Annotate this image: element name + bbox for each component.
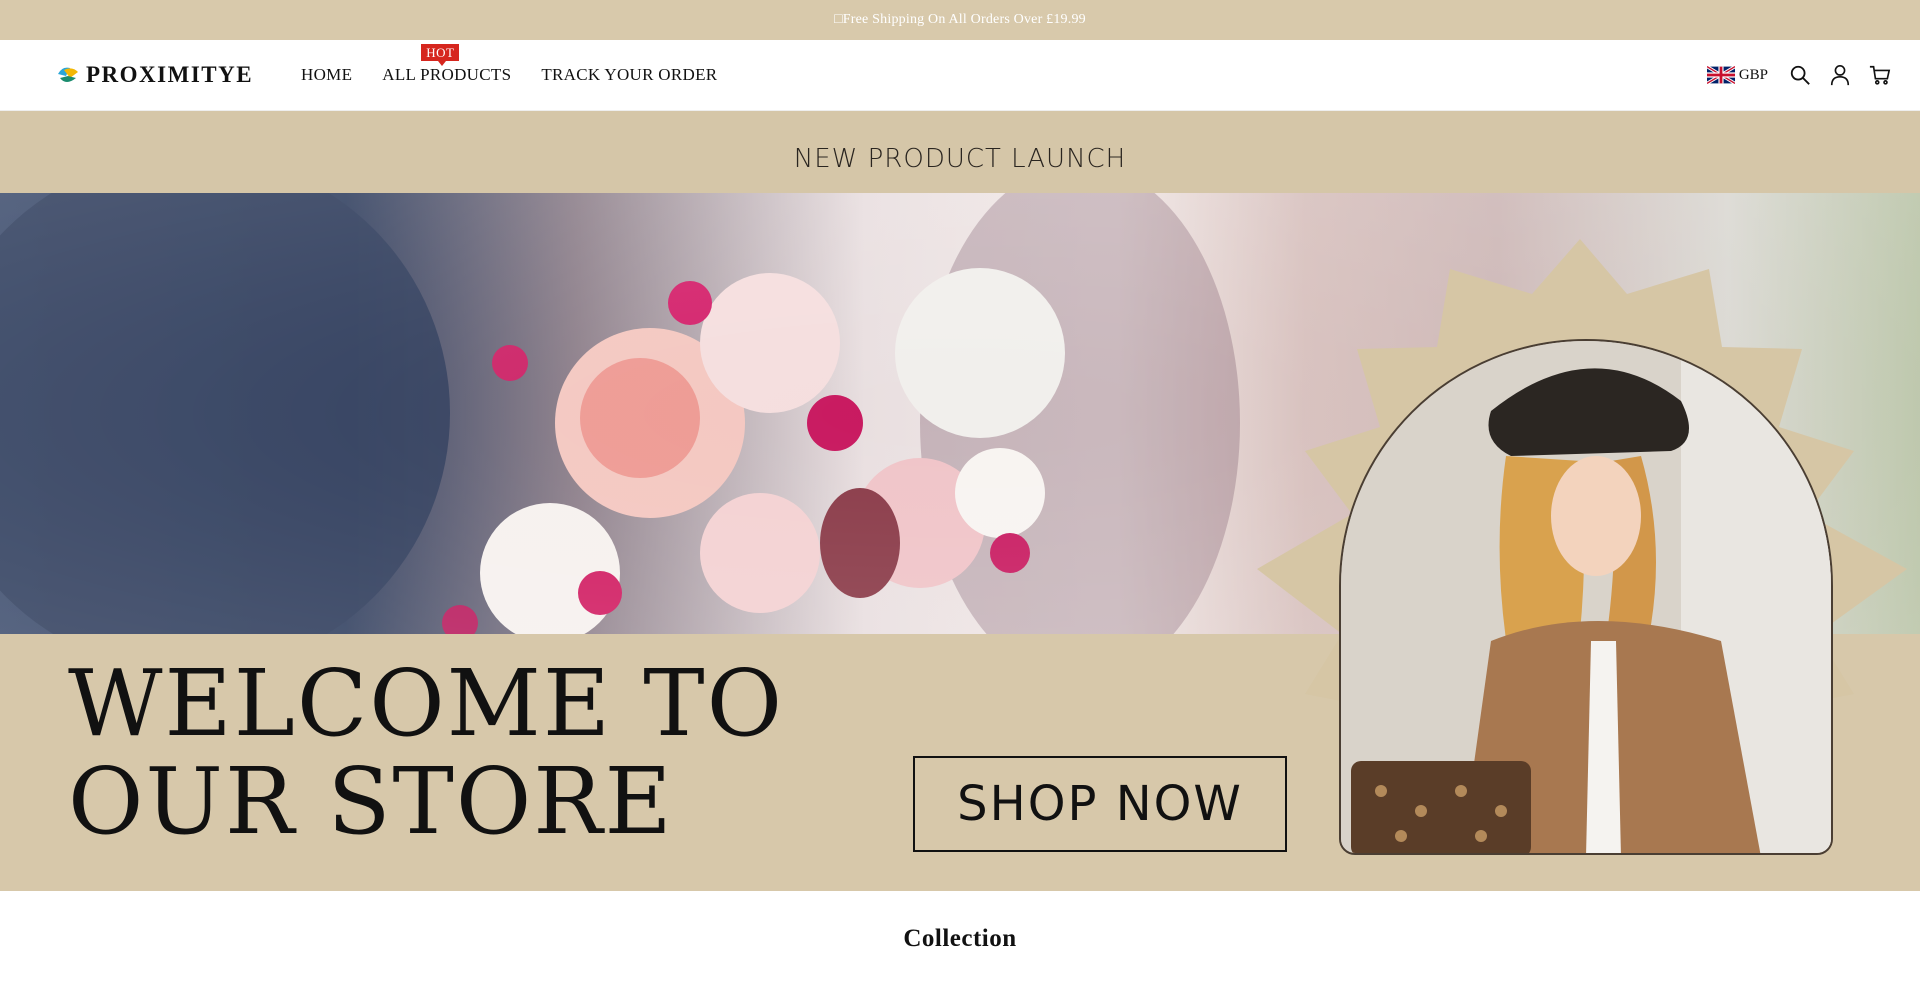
nav-all-products[interactable]: HOT ALL PRODUCTS [382, 44, 512, 85]
logo-text: PROXIMITYE [86, 62, 254, 87]
hero-tagline-band: NEW PRODUCT LAUNCH [0, 111, 1920, 193]
shop-now-button[interactable]: SHOP NOW [913, 756, 1287, 852]
announcement-bar: □Free Shipping On All Orders Over £19.99 [0, 0, 1920, 40]
model-portrait-image [1339, 339, 1833, 855]
main-nav: HOME HOT ALL PRODUCTS TRACK YOUR ORDER [301, 44, 717, 85]
account-icon[interactable] [1828, 63, 1852, 87]
header-actions: GBP [1706, 63, 1892, 87]
site-header: PROXIMITYE HOME HOT ALL PRODUCTS TRACK Y… [0, 40, 1920, 111]
hero-headline: WELCOME TO OUR STORE [68, 655, 784, 851]
hero-headline-line2: OUR STORE [68, 748, 674, 855]
logo-mark-icon [58, 67, 78, 82]
currency-code: GBP [1738, 66, 1768, 83]
hero-headline-line1: WELCOME TO [68, 650, 785, 757]
nav-all-products-label: ALL PRODUCTS [382, 65, 512, 84]
hero-tagline: NEW PRODUCT LAUNCH [793, 144, 1127, 174]
nav-home[interactable]: HOME [301, 65, 352, 85]
uk-flag-icon [1706, 66, 1735, 84]
announcement-text: □Free Shipping On All Orders Over £19.99 [834, 12, 1086, 27]
nav-track-order[interactable]: TRACK YOUR ORDER [541, 65, 717, 85]
collection-heading: Collection [903, 925, 1017, 952]
hot-badge: HOT [421, 44, 460, 66]
search-icon[interactable] [1788, 63, 1812, 87]
currency-selector[interactable]: GBP [1706, 66, 1768, 84]
hero-banner: NEW PRODUCT LAUNCH WELCOME TO OUR STORE … [0, 111, 1920, 891]
logo[interactable]: PROXIMITYE [56, 62, 253, 88]
cart-icon[interactable] [1868, 63, 1892, 87]
